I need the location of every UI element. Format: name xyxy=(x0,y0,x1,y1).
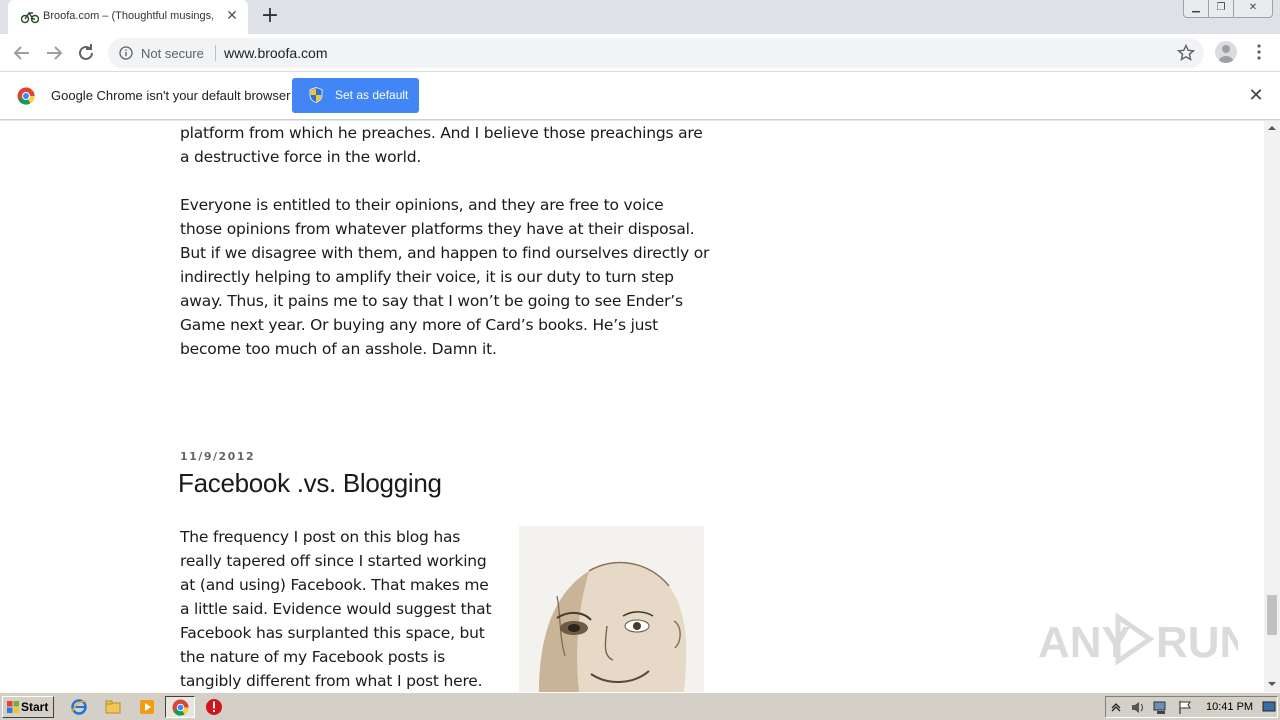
anyrun-watermark: ANY RUN xyxy=(1038,612,1238,667)
bicycle-icon xyxy=(21,11,39,24)
default-browser-infobar: Google Chrome isn't your default browser… xyxy=(0,72,1280,120)
security-status-label[interactable]: Not secure xyxy=(141,46,204,61)
tab-title: Broofa.com – (Thoughtful musings, i xyxy=(43,10,213,22)
post-date[interactable]: 11/9/2012 xyxy=(180,450,255,463)
address-separator xyxy=(215,45,216,61)
windows-logo-icon xyxy=(7,701,19,713)
browser-toolbar: Not secure www.broofa.com xyxy=(0,34,1280,72)
stop-sign-icon[interactable] xyxy=(205,698,223,716)
show-desktop-icon[interactable] xyxy=(1262,700,1276,714)
media-player-icon[interactable] xyxy=(138,698,156,716)
uac-shield-icon xyxy=(309,87,323,103)
scroll-up-arrow-icon[interactable] xyxy=(1264,121,1280,135)
chrome-logo-icon xyxy=(17,87,35,105)
forward-arrow-icon[interactable] xyxy=(42,41,66,65)
paragraph: Everyone is entitled to their opinions, … xyxy=(180,196,710,358)
system-tray: 10:41 PM xyxy=(1105,696,1278,718)
system-clock[interactable]: 10:41 PM xyxy=(1206,701,1253,713)
tab-close-icon[interactable]: ✕ xyxy=(224,8,240,24)
start-label: Start xyxy=(21,700,49,714)
svg-text:RUN: RUN xyxy=(1156,618,1238,667)
post-title[interactable]: Facebook .vs. Blogging xyxy=(178,468,442,499)
taskbar-chrome-button[interactable] xyxy=(165,696,195,718)
scroll-thumb[interactable] xyxy=(1267,595,1277,635)
profile-avatar-icon[interactable] xyxy=(1215,41,1237,63)
start-button[interactable]: Start xyxy=(2,696,54,718)
infobar-message: Google Chrome isn't your default browser xyxy=(51,88,291,103)
browser-tab[interactable]: Broofa.com – (Thoughtful musings, i ✕ xyxy=(8,0,248,34)
post-illustration[interactable] xyxy=(519,526,704,692)
more-menu-icon[interactable] xyxy=(1250,43,1268,61)
infobar-close-icon[interactable]: ✕ xyxy=(1247,87,1265,105)
action-center-flag-icon[interactable] xyxy=(1178,700,1192,715)
chrome-taskbar-icon xyxy=(172,699,189,716)
show-hidden-icons-icon[interactable] xyxy=(1110,701,1122,713)
set-as-default-button[interactable]: Set as default xyxy=(292,78,419,113)
vertical-scrollbar[interactable] xyxy=(1264,121,1280,692)
post-body: The frequency I post on this blog has re… xyxy=(180,528,492,690)
volume-icon[interactable] xyxy=(1130,700,1146,715)
tab-strip: Broofa.com – (Thoughtful musings, i ✕ + … xyxy=(0,0,1280,34)
info-icon[interactable] xyxy=(119,46,133,60)
restore-button[interactable]: ❐ xyxy=(1208,0,1234,18)
reload-icon[interactable] xyxy=(74,41,98,65)
scroll-down-arrow-icon[interactable] xyxy=(1264,677,1280,691)
network-icon[interactable] xyxy=(1152,700,1170,715)
internet-explorer-icon[interactable] xyxy=(70,698,88,716)
new-tab-button[interactable]: + xyxy=(258,5,282,29)
set-as-default-label: Set as default xyxy=(335,88,409,102)
windows-taskbar: Start 10:41 PM xyxy=(0,692,1280,720)
previous-post-text: platform from which he preaches. And I b… xyxy=(180,121,710,385)
file-explorer-icon[interactable] xyxy=(104,698,122,716)
back-arrow-icon[interactable] xyxy=(10,41,34,65)
page-viewport: platform from which he preaches. And I b… xyxy=(0,121,1264,692)
minimize-button[interactable]: ▁ xyxy=(1183,0,1209,18)
address-bar[interactable]: Not secure www.broofa.com xyxy=(108,38,1204,68)
paragraph: platform from which he preaches. And I b… xyxy=(180,124,703,166)
url-text[interactable]: www.broofa.com xyxy=(224,45,327,61)
bookmark-star-icon[interactable] xyxy=(1177,44,1195,62)
close-window-button[interactable]: ✕ xyxy=(1233,0,1273,18)
